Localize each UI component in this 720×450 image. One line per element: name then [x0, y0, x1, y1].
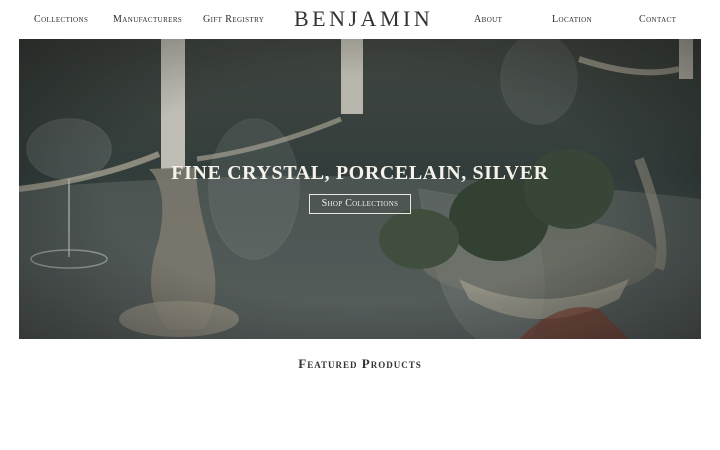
nav-gift-registry[interactable]: Gift Registry — [203, 14, 264, 25]
nav-about[interactable]: About — [474, 14, 502, 25]
nav-manufacturers[interactable]: Manufacturers — [113, 14, 182, 25]
nav-collections[interactable]: Collections — [34, 14, 88, 25]
top-navigation: Collections Manufacturers Gift Registry … — [0, 0, 720, 39]
shop-collections-button[interactable]: Shop Collections — [309, 194, 411, 214]
hero-title: FINE CRYSTAL, PORCELAIN, SILVER — [171, 162, 549, 184]
nav-contact[interactable]: Contact — [639, 14, 676, 25]
nav-location[interactable]: Location — [552, 14, 592, 25]
hero-banner: FINE CRYSTAL, PORCELAIN, SILVER Shop Col… — [19, 39, 701, 339]
featured-products-heading: Featured Products — [298, 356, 422, 371]
hero-background-image — [19, 39, 701, 339]
site-logo[interactable]: BENJAMIN — [294, 6, 433, 32]
